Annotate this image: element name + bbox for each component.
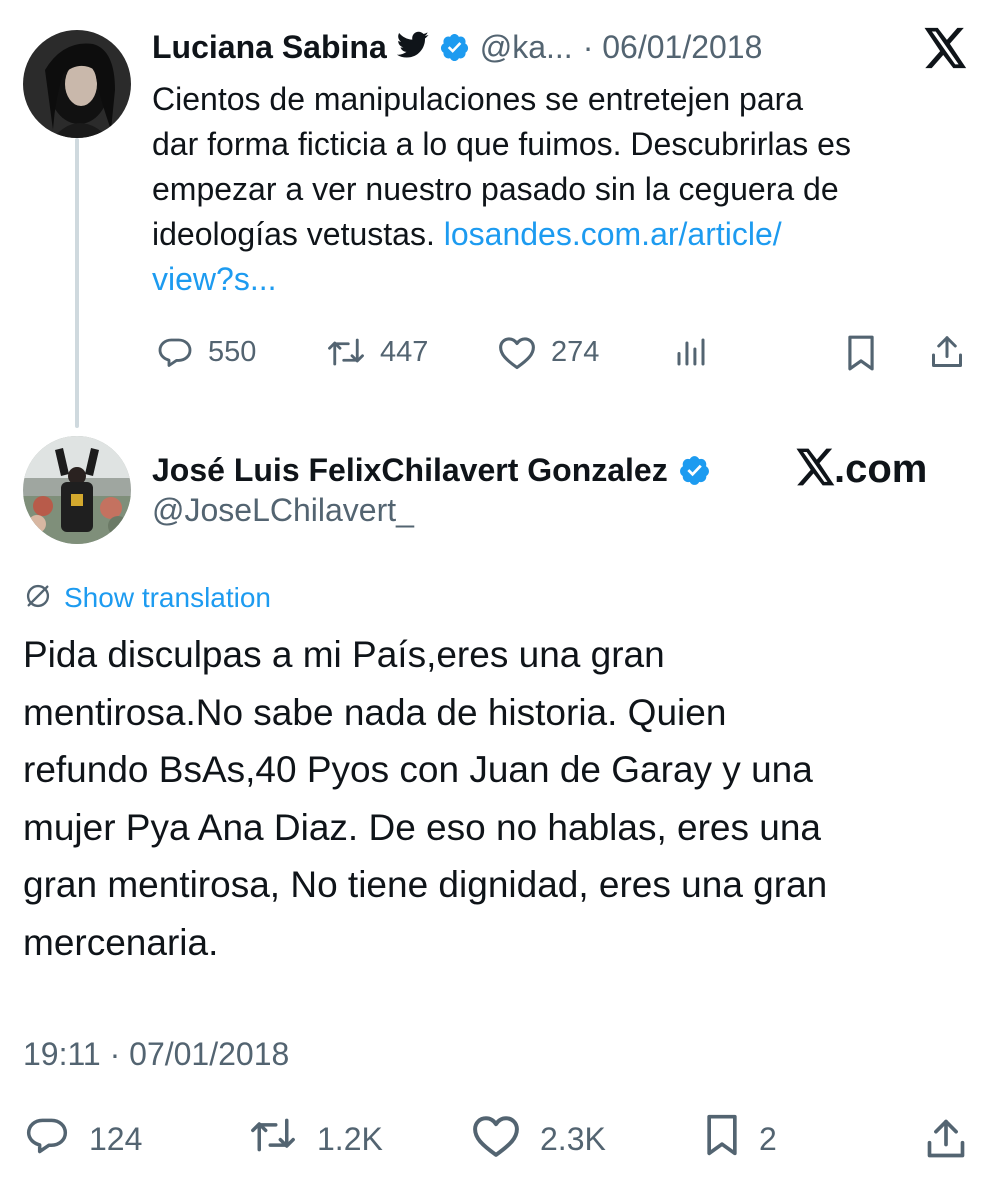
tweet-timestamp[interactable]: 19:11 · 07/01/2018 [23,1036,289,1073]
text-line: dar forma ficticia a lo que fuimos. Desc… [152,126,851,162]
show-translation-label[interactable]: Show translation [64,582,271,614]
text-line: mujer Pya Ana Diaz. De eso no hablas, er… [23,806,822,848]
bookmark-count: 2 [759,1120,777,1157]
brand-text: .com [834,446,928,491]
verified-badge-icon [678,454,711,487]
heart-icon [497,334,537,370]
heart-icon [470,1112,522,1166]
reply-count: 124 [89,1120,143,1157]
bookmark-button[interactable]: 2 [703,1114,777,1161]
text-line: Pida disculpas a mi País,eres una gran [23,634,665,675]
article-link-continued[interactable]: view?s... [152,257,972,302]
luciana-avatar[interactable] [23,30,131,138]
share-icon[interactable] [929,333,965,376]
retweet-button[interactable]: 447 [326,333,428,371]
quoted-handle[interactable]: @ka... [480,29,573,66]
text-line: Cientos de manipulaciones se entretejen … [152,81,804,117]
text-line: ideologías vetustas. [152,216,435,252]
retweet-count: 447 [380,335,429,368]
text-line: mentirosa.No sabe nada de historia. Quie… [23,691,727,733]
quoted-date[interactable]: · 06/01/2018 [583,29,763,66]
bookmark-icon[interactable] [844,334,878,377]
thread-line [75,138,79,428]
reply-icon [23,1113,71,1165]
reply-icon [156,334,194,370]
text-line: gran mentirosa, No tiene dignidad, eres … [23,864,828,905]
views-icon[interactable] [673,334,709,375]
retweet-icon [247,1113,299,1165]
text-line: empezar a ver nuestro pasado sin la cegu… [152,171,839,207]
reply-button[interactable]: 550 [156,333,256,371]
like-button[interactable]: 274 [497,333,599,371]
quoted-author-name[interactable]: Luciana Sabina [152,29,387,66]
quoted-header: Luciana Sabina @ka... · 06/01/2018 [152,24,762,70]
author-name[interactable]: José Luis FelixChilavert Gonzalez [152,452,668,489]
twitter-bird-icon [396,31,429,64]
x-logo-icon[interactable] [924,27,968,69]
retweet-count: 1.2K [317,1120,383,1157]
tweet-header: José Luis FelixChilavert Gonzalez [152,446,711,494]
like-count: 2.3K [540,1120,606,1157]
share-icon[interactable] [924,1116,968,1167]
show-translation-button[interactable]: Show translation [24,580,271,616]
reply-count: 550 [208,335,257,368]
retweet-button[interactable]: 1.2K [247,1117,383,1161]
text-line: mercenaria. [23,921,219,963]
x-logo-icon [796,448,836,491]
x-com-brand: .com [796,444,927,494]
verified-badge-icon [439,32,470,63]
reply-button[interactable]: 124 [23,1117,142,1161]
text-line: refundo BsAs,40 Pyos con Juan de Garay y… [23,749,813,790]
quoted-tweet-text: Cientos de manipulaciones se entretejen … [152,77,972,302]
like-button[interactable]: 2.3K [470,1116,606,1161]
retweet-icon [326,334,366,370]
tweet-text: Pida disculpas a mi País,eres una gran m… [23,626,978,971]
translate-icon [24,582,52,615]
article-link[interactable]: losandes.com.ar/article/ [444,216,782,252]
author-handle[interactable]: @JoseLChilavert_ [152,492,414,529]
chilavert-avatar[interactable] [23,436,131,544]
like-count: 274 [551,335,600,368]
bookmark-icon [703,1113,741,1165]
